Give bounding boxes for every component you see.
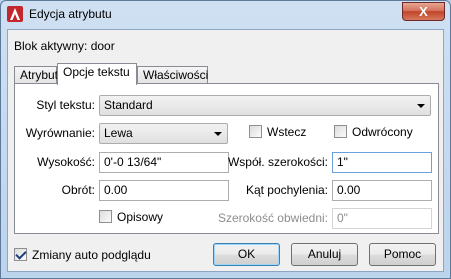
tab-label: Opcje tekstu — [63, 65, 130, 79]
text-options-panel: Styl tekstu: Standard Wyrównanie: Lewa W… — [14, 83, 439, 234]
checkbox-box[interactable] — [14, 248, 27, 261]
boundary-width-label: Szerokość obwiedni: — [217, 211, 328, 225]
cancel-button[interactable]: Anuluj — [291, 243, 358, 266]
width-factor-field[interactable]: 1" — [332, 152, 432, 173]
oblique-angle-label: Kąt pochylenia: — [245, 183, 328, 197]
dialog-body: Blok aktywny: door Atrybut Opcje tekstu … — [7, 29, 444, 272]
text-style-label: Styl tekstu: — [36, 98, 95, 112]
height-label: Wysokość: — [37, 155, 95, 169]
oblique-angle-field[interactable]: 0.00 — [332, 180, 432, 201]
checkbox-box[interactable] — [334, 125, 347, 138]
tab-attribute[interactable]: Atrybut — [14, 66, 59, 84]
backwards-checkbox[interactable]: Wstecz — [249, 125, 306, 139]
justification-value: Lewa — [104, 126, 133, 140]
upside-down-label: Odwrócony — [352, 125, 413, 139]
ok-button[interactable]: OK — [213, 243, 280, 266]
auto-preview-label: Zmiany auto podglądu — [32, 248, 151, 262]
text-style-dropdown[interactable]: Standard — [99, 95, 431, 116]
title-bar[interactable]: Edycja atrybutu X — [1, 1, 450, 29]
tab-label: Atrybut — [20, 68, 59, 82]
close-button[interactable]: X — [402, 2, 445, 21]
dialog-window: Edycja atrybutu X Blok aktywny: door Atr… — [0, 0, 451, 279]
close-icon: X — [419, 4, 428, 19]
tab-text-options[interactable]: Opcje tekstu — [57, 63, 137, 85]
justification-label: Wyrównanie: — [25, 126, 95, 140]
rotation-label: Obrót: — [61, 183, 95, 197]
rotation-field[interactable]: 0.00 — [99, 180, 229, 201]
auto-preview-checkbox[interactable]: Zmiany auto podglądu — [14, 248, 151, 262]
autocad-logo-icon — [7, 6, 23, 22]
width-factor-label: Współ. szerokości: — [227, 155, 328, 169]
boundary-width-field: 0" — [332, 208, 432, 229]
annotative-label: Opisowy — [117, 210, 164, 224]
checkbox-box[interactable] — [99, 210, 112, 223]
chevron-down-icon — [417, 104, 425, 108]
upside-down-checkbox[interactable]: Odwrócony — [334, 125, 413, 139]
window-title: Edycja atrybutu — [29, 7, 112, 21]
tab-properties[interactable]: Właściwości — [137, 66, 208, 84]
help-button[interactable]: Pomoc — [369, 243, 436, 266]
height-field[interactable]: 0'-0 13/64" — [99, 152, 229, 173]
checkbox-box[interactable] — [249, 125, 262, 138]
text-style-value: Standard — [104, 98, 153, 112]
justification-dropdown[interactable]: Lewa — [99, 123, 228, 144]
tab-label: Właściwości — [143, 68, 209, 82]
chevron-down-icon — [214, 132, 222, 136]
active-block-label: Blok aktywny: door — [14, 39, 115, 53]
annotative-checkbox[interactable]: Opisowy — [99, 210, 163, 224]
backwards-label: Wstecz — [267, 125, 307, 139]
